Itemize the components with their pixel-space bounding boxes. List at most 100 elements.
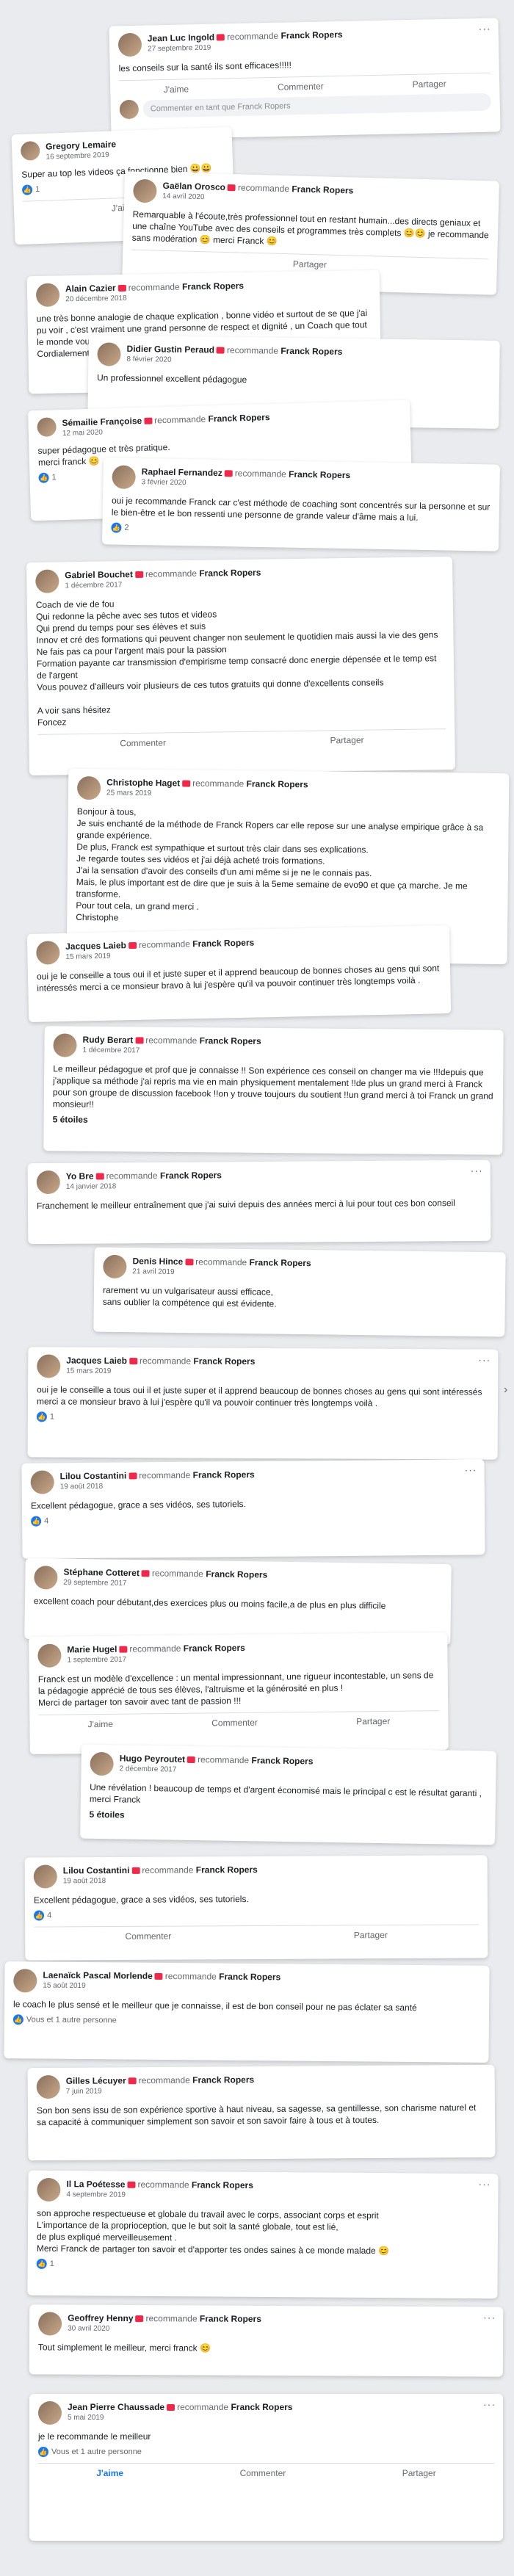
reaction-count[interactable]: 1 bbox=[35, 185, 40, 194]
avatar[interactable] bbox=[35, 569, 59, 593]
page-name[interactable]: Franck Ropers bbox=[200, 1035, 261, 1046]
avatar[interactable] bbox=[13, 1969, 37, 1993]
avatar[interactable] bbox=[90, 1751, 114, 1776]
reviewer-name[interactable]: Marie Hugel bbox=[67, 1644, 117, 1655]
more-options-icon[interactable]: ··· bbox=[483, 2312, 496, 2323]
reviewer-name[interactable]: Didier Gustin Peraud bbox=[127, 344, 215, 355]
page-name[interactable]: Franck Ropers bbox=[160, 1170, 222, 1181]
avatar[interactable] bbox=[103, 1254, 127, 1279]
like-button[interactable]: J'aime bbox=[88, 1719, 113, 1729]
review-date[interactable]: 19 août 2018 bbox=[60, 1480, 255, 1491]
comment-input[interactable]: Commenter en tant que Franck Ropers bbox=[142, 93, 491, 118]
like-button[interactable]: J'aime bbox=[96, 2468, 123, 2478]
page-name[interactable]: Franck Ropers bbox=[280, 346, 342, 357]
avatar[interactable] bbox=[38, 2312, 62, 2336]
review-date[interactable]: 1 décembre 2017 bbox=[82, 1046, 261, 1057]
comment-button[interactable]: Commenter bbox=[125, 1931, 171, 1942]
review-date[interactable]: 14 janvier 2018 bbox=[66, 1181, 222, 1191]
review-date[interactable]: 30 avril 2020 bbox=[68, 2324, 261, 2334]
share-button[interactable]: Partager bbox=[293, 258, 327, 269]
page-name[interactable]: Franck Ropers bbox=[251, 1755, 313, 1766]
avatar[interactable] bbox=[34, 1566, 58, 1590]
avatar[interactable] bbox=[37, 2177, 61, 2202]
reviewer-name[interactable]: Christophe Haget bbox=[106, 777, 180, 788]
reviewer-name[interactable]: Il La Poétesse bbox=[66, 2179, 125, 2190]
reaction-count[interactable]: 4 bbox=[44, 1516, 48, 1525]
more-options-icon[interactable]: ··· bbox=[478, 1354, 491, 1366]
page-name[interactable]: Franck Ropers bbox=[182, 281, 244, 292]
comment-button[interactable]: Commenter bbox=[120, 737, 166, 748]
page-name[interactable]: Franck Ropers bbox=[193, 1469, 255, 1480]
chevron-right-icon[interactable]: › bbox=[504, 1383, 514, 1405]
reviewer-name[interactable]: Sémailie Françoise bbox=[62, 416, 142, 428]
avatar[interactable] bbox=[38, 2401, 62, 2425]
more-options-icon[interactable]: ··· bbox=[478, 2178, 491, 2190]
more-options-icon[interactable]: ··· bbox=[483, 2398, 496, 2410]
page-name[interactable]: Franck Ropers bbox=[192, 2074, 254, 2085]
avatar[interactable] bbox=[53, 1033, 77, 1057]
reviewer-name[interactable]: Hugo Peyroutet bbox=[120, 1753, 186, 1764]
more-options-icon[interactable]: ··· bbox=[478, 23, 491, 35]
avatar[interactable] bbox=[117, 32, 142, 57]
comment-button[interactable]: Commenter bbox=[278, 81, 324, 92]
avatar[interactable] bbox=[36, 1170, 60, 1195]
share-button[interactable]: Partager bbox=[402, 2468, 436, 2478]
page-name[interactable]: Franck Ropers bbox=[199, 568, 261, 579]
review-date[interactable]: 19 août 2018 bbox=[63, 1875, 258, 1886]
avatar[interactable] bbox=[112, 465, 136, 490]
page-name[interactable]: Franck Ropers bbox=[192, 2179, 253, 2190]
reviewer-name[interactable]: Lilou Costantini bbox=[60, 1471, 127, 1482]
reaction-count[interactable]: 4 bbox=[47, 1911, 51, 1920]
reviewer-name[interactable]: Stéphane Cotteret bbox=[63, 1567, 140, 1578]
reviewer-name[interactable]: Lilou Costantini bbox=[63, 1865, 130, 1875]
reviewer-name[interactable]: Jean Luc Ingold bbox=[148, 32, 215, 44]
review-date[interactable]: 4 septembre 2019 bbox=[66, 2190, 253, 2201]
page-name[interactable]: Franck Ropers bbox=[192, 938, 254, 949]
reviewer-name[interactable]: Gabriel Bouchet bbox=[65, 569, 133, 580]
share-button[interactable]: Partager bbox=[356, 1716, 390, 1726]
reviewer-name[interactable]: Geoffrey Henny bbox=[68, 2313, 133, 2323]
review-date[interactable]: 16 septembre 2019 bbox=[46, 150, 116, 162]
reviewer-name[interactable]: Alain Cazier bbox=[65, 283, 116, 294]
like-button[interactable]: J'aime bbox=[164, 84, 189, 95]
page-name[interactable]: Franck Ropers bbox=[292, 184, 353, 195]
reviewer-name[interactable]: Jacques Laieb bbox=[65, 940, 126, 952]
review-date[interactable]: 15 mars 2019 bbox=[66, 1367, 255, 1377]
avatar[interactable] bbox=[37, 1354, 61, 1378]
share-button[interactable]: Partager bbox=[354, 1930, 388, 1940]
page-name[interactable]: Franck Ropers bbox=[289, 469, 350, 480]
avatar[interactable] bbox=[36, 941, 60, 965]
share-button[interactable]: Partager bbox=[330, 735, 363, 746]
page-name[interactable]: Franck Ropers bbox=[249, 1257, 311, 1268]
avatar[interactable] bbox=[133, 178, 157, 203]
page-name[interactable]: Franck Ropers bbox=[280, 29, 342, 41]
reaction-count[interactable]: Vous et 1 autre personne bbox=[51, 2447, 142, 2456]
avatar[interactable] bbox=[20, 140, 40, 161]
avatar[interactable] bbox=[35, 283, 60, 307]
comment-button[interactable]: Commenter bbox=[211, 1718, 258, 1729]
avatar[interactable] bbox=[33, 1864, 57, 1889]
review-date[interactable]: 7 juin 2019 bbox=[66, 2085, 255, 2096]
comment-button[interactable]: Commenter bbox=[240, 2468, 286, 2478]
reviewer-name[interactable]: Gilles Lécuyer bbox=[66, 2075, 126, 2086]
avatar[interactable] bbox=[36, 2074, 60, 2099]
page-name[interactable]: Franck Ropers bbox=[200, 2314, 261, 2324]
page-name[interactable]: Franck Ropers bbox=[184, 1643, 245, 1654]
page-name[interactable]: Franck Ropers bbox=[193, 1356, 255, 1367]
review-date[interactable]: 5 mai 2019 bbox=[68, 2413, 292, 2423]
reviewer-name[interactable]: Jean Pierre Chaussade bbox=[68, 2402, 164, 2412]
reaction-count[interactable]: 2 bbox=[124, 524, 128, 532]
review-date[interactable]: 1 décembre 2017 bbox=[65, 579, 261, 591]
reviewer-name[interactable]: Denis Hince bbox=[132, 1256, 183, 1267]
avatar[interactable] bbox=[76, 775, 101, 800]
avatar[interactable] bbox=[37, 1643, 62, 1668]
avatar[interactable] bbox=[30, 1470, 54, 1494]
reviewer-name[interactable]: Rudy Berart bbox=[83, 1035, 134, 1046]
share-button[interactable]: Partager bbox=[412, 79, 446, 90]
reaction-count[interactable]: 1 bbox=[50, 1412, 54, 1421]
reviewer-name[interactable]: Raphael Fernandez bbox=[142, 466, 222, 478]
page-name[interactable]: Franck Ropers bbox=[208, 412, 269, 424]
reviewer-name[interactable]: Laenaïck Pascal Morlende bbox=[43, 1970, 153, 1981]
reviewer-name[interactable]: Gaëlan Orosco bbox=[162, 181, 225, 192]
page-name[interactable]: Franck Ropers bbox=[196, 1864, 258, 1875]
